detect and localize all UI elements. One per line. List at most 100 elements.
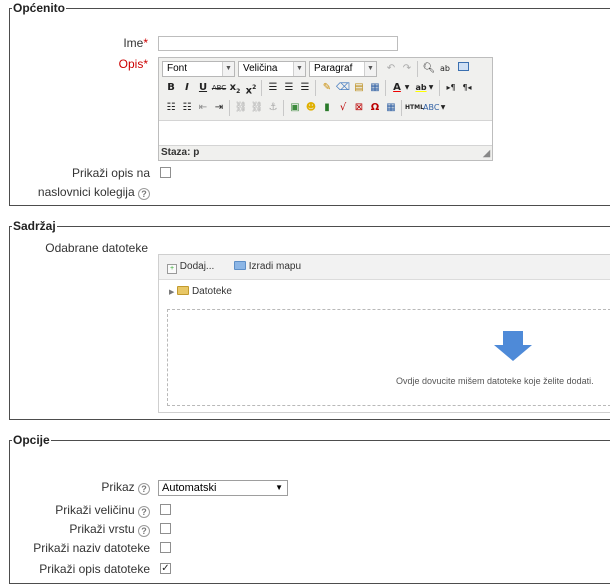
toolbar-separator: [401, 100, 402, 116]
emoticon-icon[interactable]: ☻: [303, 100, 319, 116]
paragraph-select[interactable]: Paragraf ▼: [309, 61, 377, 77]
unlink-icon[interactable]: ⛓: [249, 100, 265, 116]
display-select-value: Automatski: [162, 482, 217, 494]
show-size-checkbox[interactable]: [160, 504, 171, 515]
align-left-icon[interactable]: ☰: [265, 80, 281, 96]
show-type-checkbox[interactable]: [160, 523, 171, 534]
show-file-description-checkbox[interactable]: ✓: [160, 563, 171, 574]
paste-text-icon[interactable]: ▤: [351, 80, 367, 96]
editor-status-path: Staza: p ◢: [159, 145, 492, 160]
show-description-label-line2-wrap: naslovnici kolegija ?: [10, 184, 150, 200]
ltr-icon[interactable]: ▸¶: [443, 80, 459, 96]
general-legend: Općenito: [13, 1, 66, 15]
chevron-down-icon[interactable]: ▼: [403, 80, 411, 96]
toolbar-separator: [417, 61, 418, 77]
paste-word-icon[interactable]: ▦: [367, 80, 383, 96]
show-file-description-label: Prikaži opis datoteke: [39, 562, 150, 576]
subscript-icon[interactable]: x2: [227, 80, 243, 96]
help-icon[interactable]: ?: [138, 525, 150, 537]
help-icon[interactable]: ?: [138, 188, 150, 200]
font-size-select[interactable]: Veličina ▼: [238, 61, 306, 77]
toolbar-separator: [229, 100, 230, 116]
font-family-select[interactable]: Font ▼: [162, 61, 235, 77]
equation-icon[interactable]: √: [335, 100, 351, 116]
chevron-down-icon: ▼: [293, 62, 305, 76]
folder-icon: [177, 286, 190, 295]
description-editor: Font ▼ Veličina ▼ Paragraf ▼ ↶ ↷ 🔍︎ ab B I …: [158, 57, 493, 161]
media-icon[interactable]: ▮: [319, 100, 335, 116]
editor-path-text: Staza: p: [161, 147, 200, 158]
add-file-icon: +: [167, 264, 177, 274]
font-family-value: Font: [167, 63, 188, 74]
chevron-down-icon: ▼: [222, 62, 234, 76]
find-icon[interactable]: 🔍︎: [421, 61, 437, 77]
description-label-text: Opis: [118, 57, 144, 71]
file-manager: + Dodaj... Izradi mapu ▶ Datoteke Ovdje …: [158, 254, 610, 413]
editor-toolbar: Font ▼ Veličina ▼ Paragraf ▼ ↶ ↷ 🔍︎ ab B I …: [159, 58, 492, 121]
bold-icon[interactable]: B: [163, 80, 179, 96]
drop-zone[interactable]: Ovdje dovucite mišem datoteke koje želit…: [167, 309, 610, 406]
display-select[interactable]: Automatski ▼: [158, 480, 288, 496]
help-icon[interactable]: ?: [138, 506, 150, 518]
link-icon[interactable]: ⛓: [233, 100, 249, 116]
expand-arrow-icon: ▶: [169, 289, 175, 296]
undo-icon[interactable]: ↶: [383, 61, 399, 77]
file-tree-row[interactable]: ▶ Datoteke: [169, 286, 232, 297]
replace-icon[interactable]: ab: [437, 61, 453, 77]
indent-icon[interactable]: ⇥: [211, 100, 227, 116]
font-size-value: Veličina: [243, 63, 278, 74]
description-label: Opis*: [40, 56, 148, 72]
folder-add-icon: [234, 261, 246, 270]
show-description-checkbox[interactable]: [160, 167, 171, 178]
selected-files-label: Odabrane datoteke: [45, 241, 148, 255]
drop-zone-text: Ovdje dovucite mišem datoteke koje želit…: [396, 376, 594, 386]
nolink-icon[interactable]: ⊠: [351, 100, 367, 116]
toolbar-separator: [261, 80, 262, 96]
resize-handle-icon[interactable]: ◢: [483, 146, 490, 160]
add-file-button[interactable]: + Dodaj...: [167, 261, 214, 274]
drop-arrow-icon: [494, 331, 532, 361]
strikethrough-icon[interactable]: ABC: [211, 80, 227, 96]
eraser-icon[interactable]: ⌫: [335, 80, 351, 96]
show-description-label-line2: naslovnici kolegija: [37, 185, 135, 199]
show-filename-checkbox[interactable]: [160, 542, 171, 553]
rtl-icon[interactable]: ¶◂: [459, 80, 475, 96]
image-icon[interactable]: ▣: [287, 100, 303, 116]
name-label: Ime*: [40, 35, 148, 51]
outdent-icon[interactable]: ⇤: [195, 100, 211, 116]
special-char-icon[interactable]: Ω: [367, 100, 383, 116]
chevron-down-icon[interactable]: ▼: [439, 100, 447, 116]
toolbar-separator: [385, 80, 386, 96]
redo-icon[interactable]: ↷: [399, 61, 415, 77]
align-right-icon[interactable]: ☰: [297, 80, 313, 96]
name-input[interactable]: [158, 36, 398, 51]
file-manager-toolbar: + Dodaj... Izradi mapu: [159, 255, 610, 280]
bullet-list-icon[interactable]: ☷: [163, 100, 179, 116]
table-icon[interactable]: ▦: [383, 100, 399, 116]
align-center-icon[interactable]: ☰: [281, 80, 297, 96]
help-icon[interactable]: ?: [138, 483, 150, 495]
name-label-text: Ime: [123, 36, 144, 50]
chevron-down-icon: ▼: [364, 62, 376, 76]
fullscreen-icon[interactable]: [455, 61, 471, 77]
editor-content-area[interactable]: [159, 121, 492, 145]
toolbar-separator: [439, 80, 440, 96]
clean-format-icon[interactable]: ✎: [319, 80, 335, 96]
superscript-icon[interactable]: x2: [243, 80, 259, 96]
add-file-label: Dodaj...: [179, 261, 215, 272]
chevron-down-icon[interactable]: ▼: [427, 80, 435, 96]
show-type-label-text: Prikaži vrstu: [69, 522, 135, 536]
html-source-icon[interactable]: HTML: [405, 100, 424, 116]
italic-icon[interactable]: I: [179, 80, 195, 96]
content-legend: Sadržaj: [13, 219, 56, 233]
underline-icon[interactable]: U: [195, 80, 211, 96]
spellcheck-icon[interactable]: ABC: [423, 100, 439, 116]
show-description-label: Prikaži opis na naslovnici kolegija ?: [10, 165, 150, 200]
chevron-down-icon: ▼: [275, 483, 283, 492]
display-label: Prikaz ?: [20, 479, 150, 495]
numbered-list-icon[interactable]: ☷: [179, 100, 195, 116]
options-legend: Opcije: [13, 433, 50, 447]
show-type-label: Prikaži vrstu ?: [10, 521, 150, 537]
anchor-icon[interactable]: ⚓: [265, 100, 281, 116]
create-folder-button[interactable]: Izradi mapu: [234, 261, 301, 272]
